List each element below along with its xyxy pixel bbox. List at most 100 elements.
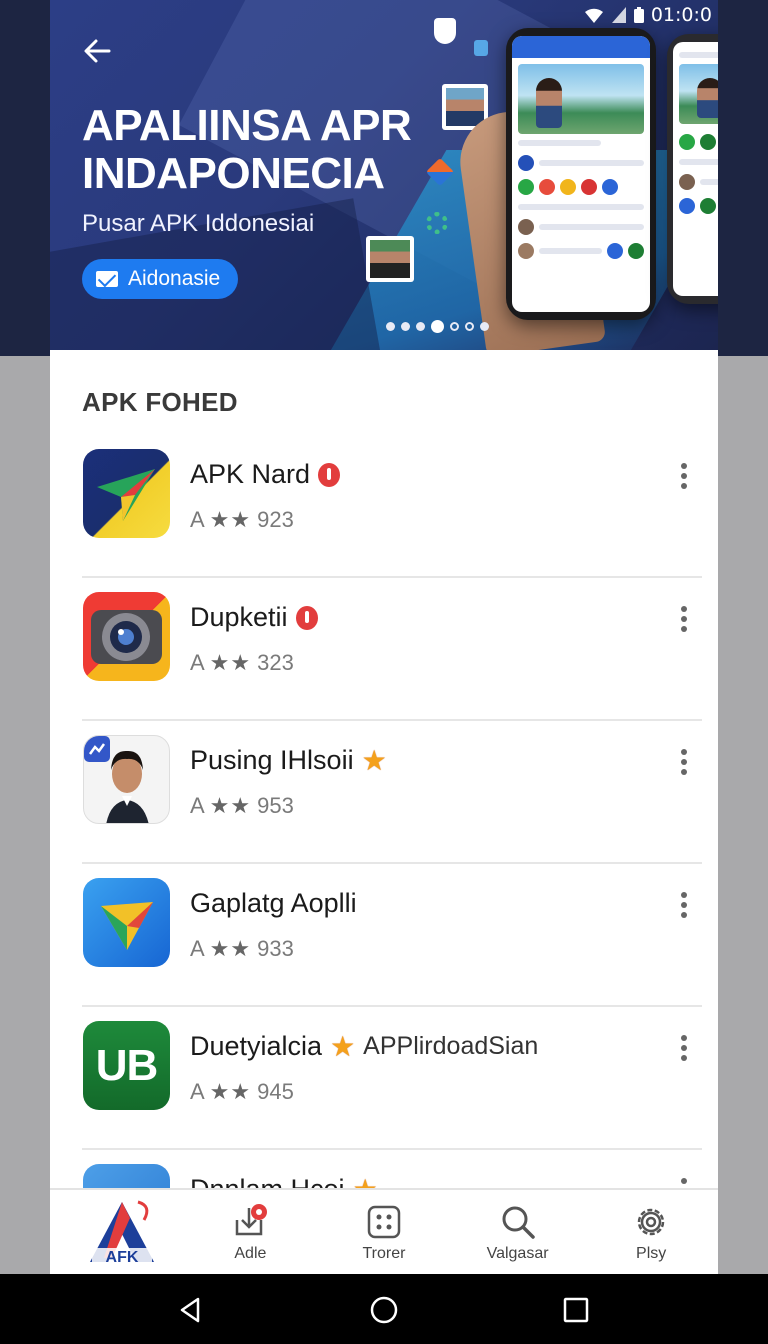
rating-stars: ★★ [209, 936, 252, 961]
rating-prefix: A [190, 793, 204, 818]
rating-count: 923 [257, 507, 294, 532]
floating-shield-icon [434, 18, 456, 44]
hot-badge-icon [318, 462, 341, 487]
app-rating: A ★★ 945 [190, 1079, 294, 1105]
bottom-navigation: AFK Adle Trorer Valgasar Plsy [50, 1188, 718, 1274]
carousel-dot[interactable] [465, 322, 474, 331]
floating-gear-icon [426, 212, 448, 234]
more-options-icon[interactable] [676, 1176, 692, 1188]
rating-count: 933 [257, 936, 294, 961]
app-name-text: Dnnlam Hcoi [190, 1174, 345, 1188]
back-triangle-icon[interactable] [176, 1296, 204, 1324]
recents-square-icon[interactable] [562, 1296, 590, 1324]
rating-stars: ★★ [209, 793, 252, 818]
nav-home[interactable]: AFK [50, 1190, 184, 1274]
app-name-text: Duetyialcia [190, 1031, 323, 1061]
phone-mockup [506, 28, 656, 320]
app-icon: UB [83, 1021, 170, 1110]
app-list-item[interactable]: UB Duetyialcia ★ APPlirdoadSian A ★★ 945 [50, 1007, 718, 1150]
app-name: Pusing IHlsoii ★ [190, 745, 387, 776]
hero-title: APALIINSA APR INDAPONECIA [82, 101, 412, 198]
nav-label: Plsy [636, 1245, 667, 1262]
clock: 01:0:0 [650, 4, 712, 26]
more-options-icon[interactable] [676, 604, 692, 634]
app-rating: A ★★ 933 [190, 936, 294, 962]
app-list-item[interactable]: Gaplatg Aoplli A ★★ 933 [50, 864, 718, 1007]
rating-prefix: A [190, 936, 204, 961]
nav-settings[interactable]: Plsy [584, 1190, 718, 1274]
nav-adle[interactable]: Adle [184, 1190, 318, 1274]
app-list: APK Nard A ★★ 923 Dupketii A ★★ 323 Pusi… [50, 435, 718, 1188]
more-options-icon[interactable] [676, 1033, 692, 1063]
app-name: Dnnlam Hcoi ★ [190, 1174, 378, 1188]
back-button[interactable] [80, 34, 114, 68]
search-icon [502, 1206, 535, 1239]
rating-stars: ★★ [209, 650, 252, 675]
app-name: Duetyialcia ★ APPlirdoadSian [190, 1031, 538, 1062]
hero-subtitle: Pusar APK Iddonesiai [82, 210, 315, 237]
more-options-icon[interactable] [676, 890, 692, 920]
app-icon [83, 449, 170, 538]
carousel-dot[interactable] [450, 322, 459, 331]
app-name-text: Pusing IHlsoii [190, 745, 354, 775]
app-rating: A ★★ 923 [190, 507, 294, 533]
rating-prefix: A [190, 507, 204, 532]
nav-trorer[interactable]: Trorer [317, 1190, 451, 1274]
more-options-icon[interactable] [676, 461, 692, 491]
rating-count: 323 [257, 650, 294, 675]
app-list-item[interactable]: APK Nard A ★★ 923 [50, 435, 718, 578]
logo-text: AFK [106, 1249, 139, 1266]
app-list-item[interactable]: Pusing IHlsoii ★ A ★★ 953 [50, 721, 718, 864]
carousel-dot[interactable] [386, 322, 395, 331]
app-name: APK Nard [190, 459, 341, 490]
apps-grid-icon [367, 1205, 401, 1239]
carousel-dot[interactable] [480, 322, 489, 331]
app-name-text: Gaplatg Aoplli [190, 888, 357, 918]
hero-cta-label: Aidonasie [128, 267, 221, 290]
app-icon [83, 735, 170, 824]
app-rating: A ★★ 953 [190, 793, 294, 819]
signal-icon [611, 7, 626, 23]
gear-icon [637, 1208, 665, 1236]
wifi-icon [584, 8, 603, 23]
carousel-dot[interactable] [416, 322, 425, 331]
back-arrow-icon [84, 39, 111, 63]
star-badge-icon: ★ [361, 744, 387, 776]
app-name-text: APK Nard [190, 459, 311, 489]
nav-label: Trorer [362, 1245, 406, 1262]
app-icon [83, 1164, 170, 1188]
home-circle-icon[interactable] [370, 1296, 398, 1324]
system-navigation-bar [0, 1274, 768, 1344]
mail-icon [96, 271, 118, 287]
nav-label: Adle [234, 1245, 267, 1262]
star-badge-icon: ★ [330, 1030, 356, 1062]
app-list-item[interactable]: Dupketii A ★★ 323 [50, 578, 718, 721]
carousel-dot[interactable] [401, 322, 410, 331]
rating-prefix: A [190, 1079, 204, 1104]
rating-count: 945 [257, 1079, 294, 1104]
app-list-item[interactable]: Dnnlam Hcoi ★ [50, 1150, 718, 1188]
phone-mockup [667, 34, 718, 304]
app-name: Dupketii [190, 602, 318, 633]
battery-icon [633, 7, 644, 23]
carousel-dot[interactable] [431, 320, 444, 333]
rating-count: 953 [257, 793, 294, 818]
rating-stars: ★★ [209, 507, 252, 532]
floating-box-icon [474, 40, 488, 56]
nav-search[interactable]: Valgasar [451, 1190, 585, 1274]
hero-cta-button[interactable]: Aidonasie [82, 259, 239, 299]
app-list-panel: APK FOHED APK Nard A ★★ 923 Dupketii A ★… [50, 350, 718, 1188]
rating-stars: ★★ [209, 1079, 252, 1104]
more-options-icon[interactable] [676, 747, 692, 777]
apk-logo-icon: AFK [90, 1200, 154, 1266]
download-icon [236, 1204, 268, 1236]
star-badge-icon: ★ [353, 1175, 378, 1188]
app-name: Gaplatg Aoplli [190, 888, 357, 919]
section-title: APK FOHED [82, 387, 238, 417]
floating-photo-icon [366, 236, 414, 282]
rating-prefix: A [190, 650, 204, 675]
carousel-indicator[interactable] [386, 320, 489, 333]
hot-badge-icon [295, 605, 318, 630]
app-icon [83, 878, 170, 967]
app-icon [83, 592, 170, 681]
